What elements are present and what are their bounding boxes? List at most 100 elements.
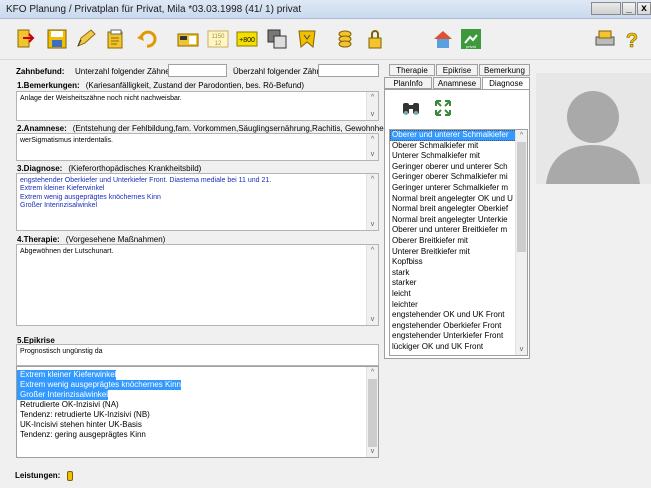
anamnese-textarea[interactable]: werSigmatismus interdentalis. ^ v <box>16 133 379 161</box>
therapie-textarea[interactable]: Abgewöhnen der Lutschunart. ^ v <box>16 244 379 326</box>
printer-icon[interactable] <box>594 28 616 50</box>
section-diagnose-header: 3.Diagnose: (Kieferorthopädisches Krankhe… <box>17 164 201 173</box>
epikrise-list-item[interactable]: Großer Interinzisalwinkel <box>17 390 109 400</box>
section-heading: 1.Bemerkungen: <box>17 81 80 90</box>
diagnose-textarea[interactable]: engstehender Oberkiefer und Unterkiefer … <box>16 173 379 231</box>
diagnose-list-item[interactable]: Geringer oberer Schmalkiefer mi <box>390 172 527 183</box>
section-hint: (Entstehung der Fehlbildung,fam. Vorkomm… <box>72 124 400 133</box>
leistungen-row: Leistungen: <box>15 471 73 481</box>
epikrise-list-scrollbar[interactable]: ^ v <box>366 367 378 457</box>
section-anamnese-header: 2.Anamnese: (Entstehung der Fehlbildung,f… <box>17 124 399 133</box>
leistungen-icon[interactable] <box>66 471 73 481</box>
calculator-icon[interactable] <box>177 28 199 50</box>
epikrise-textarea[interactable]: Prognostisch ungünstig da <box>16 344 379 366</box>
document-icon[interactable] <box>105 28 127 50</box>
diagnose-list-item[interactable]: Normal breit angelegter Unterkie <box>390 215 527 226</box>
bemerkungen-textarea[interactable]: Anlage der Weisheitszähne noch nicht nac… <box>16 91 379 121</box>
save-icon[interactable] <box>46 28 68 50</box>
section-heading: 3.Diagnose: <box>17 164 63 173</box>
diagnose-list[interactable]: Oberer und unterer Schmalkiefer Oberer Sc… <box>389 129 528 356</box>
epikrise-list-item[interactable]: Tendenz: gering ausgeprägtes Kinn <box>17 430 378 440</box>
diagnose-list-item[interactable]: stark <box>390 268 527 279</box>
diagnose-list-item[interactable]: Kopfbiss <box>390 257 527 268</box>
copy-icon[interactable] <box>266 28 288 50</box>
diagnose-list-item[interactable]: Oberer Schmalkiefer mit <box>390 141 527 152</box>
epikrise-list-item[interactable]: Retrudierte OK-Inzisivi (NA) <box>17 400 378 410</box>
diagnose-list-scrollbar[interactable]: ^ v <box>515 130 527 355</box>
points-icon[interactable]: 1150 12 <box>207 28 229 50</box>
close-button[interactable]: x <box>637 2 651 15</box>
title-bar: KFO Planung / Privatplan für Privat, Mil… <box>0 0 651 19</box>
diagnose-list-item[interactable]: Geringer oberer und unterer Sch <box>390 162 527 173</box>
diagnose-list-item[interactable]: lückiger OK und UK Front <box>390 342 527 353</box>
points-text-2: 12 <box>215 41 222 47</box>
expand-icon[interactable] <box>434 99 452 117</box>
edit-icon[interactable] <box>75 28 97 50</box>
epikrise-text: Prognostisch ungünstig da <box>20 348 103 355</box>
diagnose-list-item[interactable]: Normal breit angelegter OK und U <box>390 194 527 205</box>
unterzahl-input[interactable] <box>168 64 227 77</box>
anamnese-scrollbar[interactable]: ^ v <box>366 134 378 160</box>
diagnose-list-item[interactable]: Unterer Breitkiefer mit <box>390 247 527 258</box>
diagnose-list-item[interactable]: engstehender Unterkiefer Front <box>390 331 527 342</box>
epikrise-list-item[interactable]: Extrem wenig ausgeprägtes knöchernes Kin… <box>17 380 181 390</box>
lock-icon[interactable] <box>364 28 386 50</box>
unterzahl-label: Unterzahl folgender Zähne: <box>75 67 172 76</box>
print-preview-icon[interactable]: privat <box>460 28 482 50</box>
tab-epikrise[interactable]: Epikrise <box>436 64 478 76</box>
diagnose-list-item[interactable]: Unterer Schmalkiefer mit <box>390 151 527 162</box>
tooth-plan-icon[interactable] <box>296 28 318 50</box>
diagnose-list-item[interactable]: engstehender OK und UK Front <box>390 310 527 321</box>
help-icon[interactable]: ? <box>621 28 643 50</box>
epikrise-list-item[interactable]: Extrem kleiner Kieferwinkel <box>17 370 117 380</box>
epikrise-list-item[interactable]: Tendenz: retrudierte UK-Inzisivi (NB) <box>17 410 378 420</box>
zahnbefund-label: Zahnbefund: <box>16 67 65 76</box>
fee-text: +800 <box>239 37 255 44</box>
diagnose-list-item[interactable]: leicht <box>390 289 527 300</box>
diagnose-text: engstehender Oberkiefer und Unterkiefer … <box>20 177 272 210</box>
binoculars-icon[interactable] <box>402 99 420 117</box>
tab-therapie[interactable]: Therapie <box>389 64 435 76</box>
tab-planinfo[interactable]: PlanInfo <box>384 77 432 89</box>
section-hint: (Kariesanfälligkeit, Zustand der Parodon… <box>85 81 305 90</box>
diagnose-list-item[interactable]: leichter <box>390 300 527 311</box>
anamnese-text: werSigmatismus interdentalis. <box>20 137 113 144</box>
therapie-scrollbar[interactable]: ^ v <box>366 245 378 325</box>
section-therapie-header: 4.Therapie: (Vorgesehene Maßnahmen) <box>17 235 165 244</box>
diagnose-list-item[interactable]: Normal breit angelegter Oberkief <box>390 204 527 215</box>
epikrise-list-item[interactable]: UK-Incisivi stehen hinter UK-Basis <box>17 420 378 430</box>
fee-icon[interactable]: +800 <box>236 28 258 50</box>
toolbar: 1150 12 +800 privat ? <box>0 20 651 60</box>
diagnose-list-item[interactable]: Oberer und unterer Breitkiefer m <box>390 225 527 236</box>
tab-strip: Therapie Epikrise Bemerkung PlanInfo Ana… <box>384 64 530 91</box>
epikrise-list[interactable]: Extrem kleiner Kieferwinkel Extrem wenig … <box>16 366 379 458</box>
coins-icon[interactable] <box>334 28 356 50</box>
exit-icon[interactable] <box>15 28 37 50</box>
home-icon[interactable] <box>432 28 454 50</box>
undo-icon[interactable] <box>136 28 158 50</box>
diagnose-scrollbar[interactable]: ^ v <box>366 174 378 230</box>
minimize-button[interactable]: _ <box>622 2 636 15</box>
diagnose-list-item[interactable]: Oberer Breitkiefer mit <box>390 236 527 247</box>
leistungen-label: Leistungen: <box>15 471 61 481</box>
therapie-text: Abgewöhnen der Lutschunart. <box>20 248 114 255</box>
restore-button[interactable] <box>591 2 621 15</box>
bemerkungen-scrollbar[interactable]: ^ v <box>366 92 378 120</box>
diagnose-tab-panel: Oberer und unterer Schmalkiefer Oberer Sc… <box>384 89 530 359</box>
diagnose-list-item[interactable]: engstehender Oberkiefer Front <box>390 321 527 332</box>
section-heading: 4.Therapie: <box>17 235 60 244</box>
svg-text:?: ? <box>626 30 638 50</box>
ueberzahl-label: Überzahl folgender Zähne: <box>233 67 328 76</box>
ueberzahl-input[interactable] <box>318 64 379 77</box>
diagnose-list-item[interactable]: Geringer unterer Schmalkiefer m <box>390 183 527 194</box>
bemerkungen-text: Anlage der Weisheitszähne noch nicht nac… <box>20 95 182 102</box>
tab-bemerkung[interactable]: Bemerkung <box>479 64 530 76</box>
section-heading: 2.Anamnese: <box>17 124 67 133</box>
diagnose-list-item[interactable]: Oberer und unterer Schmalkiefer <box>390 130 527 141</box>
window-title: KFO Planung / Privatplan für Privat, Mil… <box>6 4 302 15</box>
diagnose-list-item[interactable]: starker <box>390 278 527 289</box>
print-preview-text: privat <box>466 44 477 49</box>
section-hint: (Vorgesehene Maßnahmen) <box>65 235 166 244</box>
tab-anamnese[interactable]: Anamnese <box>433 77 481 89</box>
section-hint: (Kieferorthopädisches Krankheitsbild) <box>68 164 202 173</box>
